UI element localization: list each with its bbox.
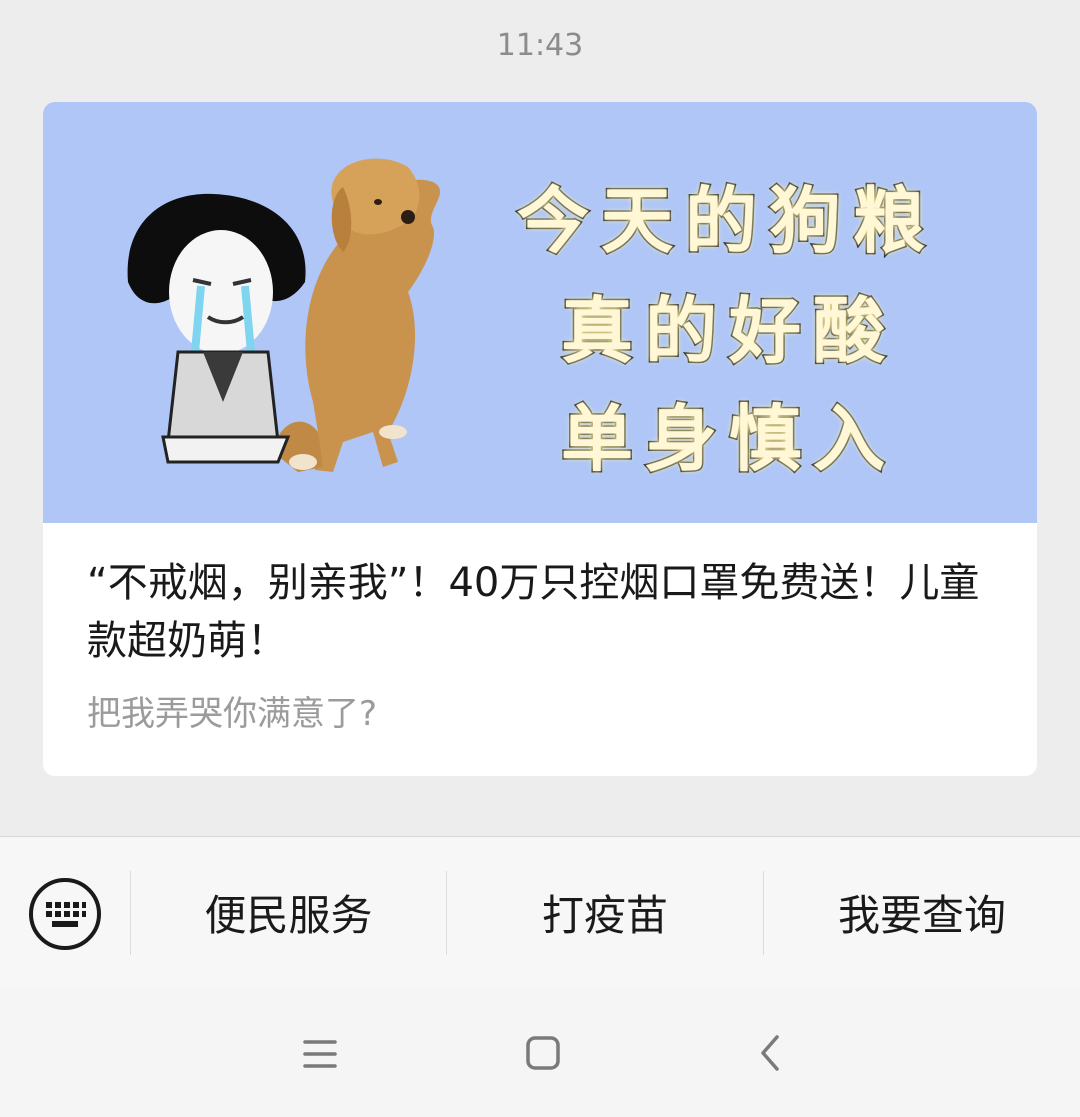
back-icon: [761, 1035, 779, 1071]
chat-menu-bar: 便民服务 打疫苗 我要查询: [0, 836, 1080, 990]
home-button[interactable]: [508, 1019, 578, 1089]
dog-illustration: [273, 158, 441, 472]
article-card[interactable]: 今天的狗粮 真的好酸 单身慎入 “不戒烟，别亲我”！40万只控烟口罩免费送！儿童…: [43, 102, 1037, 776]
menu-item-convenience-services[interactable]: 便民服务: [131, 869, 446, 955]
home-icon: [526, 1036, 560, 1070]
article-subtitle: 把我弄哭你满意了?: [87, 694, 378, 734]
menu-item-vaccination[interactable]: 打疫苗: [447, 869, 763, 955]
keyboard-toggle-button[interactable]: [28, 877, 102, 951]
menu-item-query[interactable]: 我要查询: [764, 869, 1080, 955]
cover-text-line: 今天的狗粮: [515, 178, 938, 265]
crying-cartoon-character: [127, 193, 306, 464]
keyboard-icon: [29, 878, 101, 950]
article-cover-image: 今天的狗粮 真的好酸 单身慎入: [43, 102, 1037, 523]
cover-text-line: 真的好酸: [559, 288, 898, 375]
cover-text-line: 单身慎入: [559, 396, 898, 483]
article-title[interactable]: “不戒烟，别亲我”！40万只控烟口罩免费送！儿童款超奶萌！: [87, 554, 997, 670]
system-navigation-bar: [0, 989, 1080, 1117]
recent-apps-button[interactable]: [285, 1019, 355, 1089]
back-button[interactable]: [735, 1019, 805, 1089]
menu-icon: [303, 1040, 337, 1068]
chat-timestamp: 11:43: [496, 28, 584, 63]
